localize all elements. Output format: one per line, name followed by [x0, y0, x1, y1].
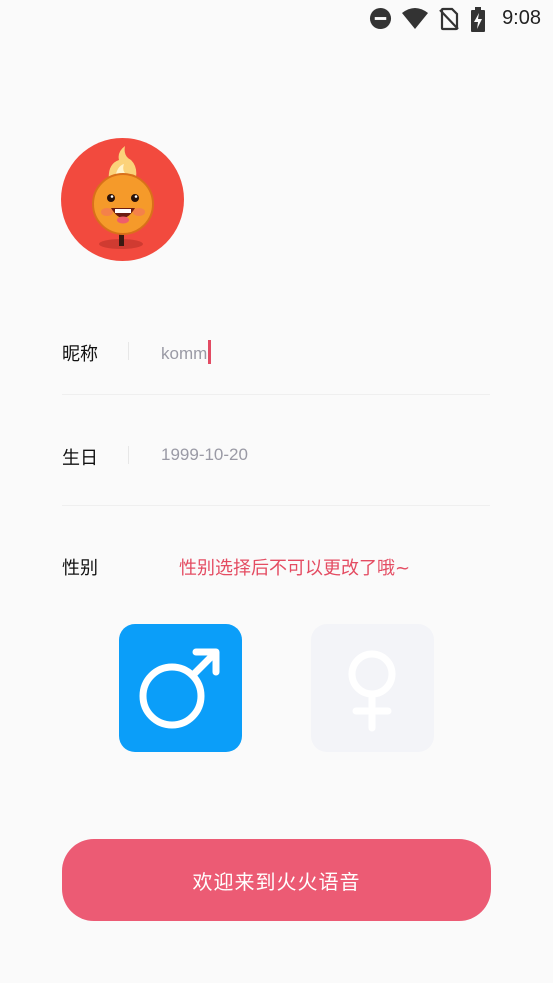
- gender-female-button[interactable]: [311, 624, 434, 752]
- divider: [62, 394, 490, 395]
- male-symbol-icon: [139, 648, 220, 729]
- divider: [62, 505, 490, 506]
- submit-button[interactable]: 欢迎来到火火语音: [62, 839, 491, 921]
- wifi-icon: [401, 7, 429, 34]
- text-caret: [208, 340, 212, 364]
- avatar[interactable]: [61, 138, 184, 261]
- no-sim-icon: [438, 7, 460, 35]
- do-not-disturb-icon: [369, 7, 392, 34]
- status-time: 9:08: [502, 7, 541, 29]
- birthday-field[interactable]: 1999-10-20: [161, 445, 248, 465]
- fire-mascot-avatar: [92, 146, 154, 249]
- gender-hint: 性别选择后不可以更改了哦~: [179, 558, 411, 579]
- nickname-separator: [128, 342, 129, 360]
- nickname-value: komm: [161, 344, 208, 363]
- gender-male-button[interactable]: [119, 624, 242, 752]
- nickname-label: 昵称: [62, 344, 98, 365]
- status-bar: 9:08: [0, 0, 553, 38]
- birthday-label: 生日: [62, 448, 98, 469]
- birthday-separator: [128, 446, 129, 464]
- nickname-input[interactable]: komm: [161, 340, 212, 364]
- battery-charging-icon: [470, 7, 486, 36]
- submit-button-label: 欢迎来到火火语音: [192, 869, 361, 894]
- female-symbol-icon: [348, 650, 396, 732]
- gender-label: 性别: [62, 558, 98, 579]
